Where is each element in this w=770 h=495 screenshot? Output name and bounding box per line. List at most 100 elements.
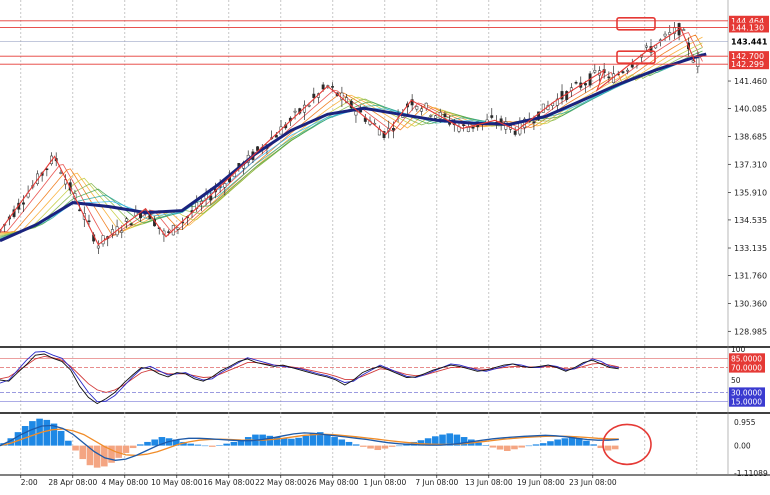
macd-histogram-bar bbox=[137, 444, 144, 446]
time-tick-label: 13 Jun 08:00 bbox=[465, 478, 513, 487]
macd-histogram-bar bbox=[208, 445, 216, 447]
price-tick-label: 128.985 bbox=[734, 327, 767, 336]
candle-body bbox=[607, 76, 611, 79]
macd-histogram-bar bbox=[489, 445, 497, 448]
ma-ribbon-line bbox=[0, 47, 703, 237]
macd-histogram-bar bbox=[360, 445, 367, 447]
candle-body bbox=[593, 70, 597, 73]
macd-histogram-bar bbox=[583, 440, 590, 446]
candle-body bbox=[78, 209, 82, 212]
candle-body bbox=[490, 115, 494, 118]
price-tick-label: 133.135 bbox=[734, 244, 767, 253]
chart-canvas[interactable]: 141.460 140.085 138.685 137.310 135.910 134.5… bbox=[0, 0, 770, 490]
macd-histogram-bar bbox=[381, 445, 389, 449]
macd-tick-label: 0.955 bbox=[734, 418, 756, 427]
macd-histogram-bar bbox=[151, 439, 158, 446]
macd-histogram-bar bbox=[561, 438, 569, 446]
price-tick-label: 134.535 bbox=[734, 216, 767, 225]
price-tick-label: 131.760 bbox=[734, 272, 767, 281]
macd-histogram-bar bbox=[288, 438, 295, 446]
candle-body bbox=[462, 124, 466, 126]
candle-body bbox=[424, 102, 428, 109]
macd-histogram-bar bbox=[72, 445, 79, 451]
macd-histogram-bar bbox=[29, 421, 36, 446]
price-tick-label: 141.460 bbox=[734, 77, 767, 86]
candle-body bbox=[630, 64, 634, 68]
candle-body bbox=[293, 110, 297, 113]
rsi-pane[interactable] bbox=[0, 351, 728, 405]
candle-body bbox=[532, 121, 536, 124]
candle-body bbox=[312, 93, 316, 98]
time-tick-label: 22 May 08:00 bbox=[255, 478, 307, 487]
price-tick-label: 130.360 bbox=[734, 300, 767, 309]
macd-histogram-bar bbox=[187, 443, 194, 446]
macd-histogram-bar bbox=[129, 445, 137, 449]
candle-body bbox=[513, 130, 517, 135]
time-tick-label: 4 May 08:00 bbox=[101, 478, 148, 487]
ma-ribbon-line bbox=[0, 50, 703, 238]
time-tick-label: 23 Jun 08:00 bbox=[569, 478, 617, 487]
candle-body bbox=[696, 57, 700, 67]
macd-histogram-bar bbox=[144, 441, 151, 446]
macd-histogram-bar bbox=[216, 445, 223, 446]
macd-histogram-bar bbox=[547, 441, 554, 446]
rsi-tick-label: 85.0000 bbox=[731, 354, 762, 363]
macd-histogram-bar bbox=[345, 441, 353, 446]
time-tick-label: 2:00 bbox=[21, 478, 38, 487]
price-tick-label: 135.910 bbox=[734, 188, 767, 197]
price-tag-label: 142.299 bbox=[731, 60, 764, 69]
time-axis: 2:00 28 Apr 08:00 4 May 08:00 10 May 08:00 1… bbox=[20, 475, 617, 487]
annotations bbox=[602, 16, 656, 466]
candle-body bbox=[471, 126, 475, 129]
candle-body bbox=[167, 231, 171, 233]
macd-histogram-bar bbox=[223, 443, 230, 446]
macd-histogram-bar bbox=[352, 444, 360, 446]
price-tick-label: 137.310 bbox=[734, 160, 767, 169]
price-tick-label: 138.685 bbox=[734, 133, 767, 142]
candle-body bbox=[59, 172, 63, 174]
price-tag-label: 144.130 bbox=[731, 23, 764, 32]
candle-body bbox=[101, 235, 105, 245]
macd-histogram-bar bbox=[396, 445, 403, 447]
candle-body bbox=[429, 115, 433, 117]
ma-ribbon-line bbox=[0, 36, 703, 235]
rsi-tick-label: 70.0000 bbox=[731, 364, 762, 373]
annotation-box-top bbox=[616, 16, 656, 31]
macd-histogram-bar bbox=[511, 445, 518, 450]
candle-body bbox=[621, 71, 625, 74]
zigzag-line bbox=[0, 27, 696, 246]
macd-histogram-bar bbox=[331, 437, 338, 446]
price-pane[interactable] bbox=[0, 20, 728, 254]
macd-pane[interactable] bbox=[0, 418, 619, 468]
candle-body bbox=[443, 113, 447, 117]
macd-histogram-bar bbox=[532, 444, 540, 446]
rsi-line-blue bbox=[0, 351, 619, 403]
price-axis: 141.460 140.085 138.685 137.310 135.910 134.5… bbox=[728, 15, 769, 478]
macd-histogram-bar bbox=[21, 426, 29, 446]
candle-body bbox=[691, 60, 695, 63]
rsi-signal-red bbox=[0, 355, 619, 393]
macd-histogram-bar bbox=[367, 445, 374, 449]
rsi-tick-label: 50 bbox=[731, 376, 741, 385]
macd-histogram-bar bbox=[295, 437, 302, 446]
macd-histogram-bar bbox=[122, 445, 130, 453]
macd-histogram-bar bbox=[374, 445, 382, 451]
rsi-line-black bbox=[0, 353, 619, 405]
candle-body bbox=[565, 91, 569, 100]
candle-body bbox=[682, 29, 686, 31]
macd-histogram-bar bbox=[280, 438, 288, 446]
trading-chart[interactable]: 141.460 140.085 138.685 137.310 135.910 134.5… bbox=[0, 0, 770, 490]
candle-body bbox=[307, 104, 311, 107]
macd-histogram-bar bbox=[503, 445, 511, 451]
macd-histogram-bar bbox=[230, 441, 238, 446]
candle-body bbox=[331, 86, 334, 88]
macd-histogram-bar bbox=[43, 419, 51, 446]
macd-tick-label: 0.00 bbox=[734, 442, 751, 451]
candle-body bbox=[125, 218, 128, 222]
candle-body bbox=[120, 230, 124, 233]
candle-body bbox=[391, 128, 395, 131]
macd-histogram-bar bbox=[79, 445, 87, 460]
macd-histogram-bar bbox=[539, 443, 547, 446]
candle-body bbox=[354, 111, 358, 116]
time-tick-label: 19 Jun 08:00 bbox=[517, 478, 565, 487]
